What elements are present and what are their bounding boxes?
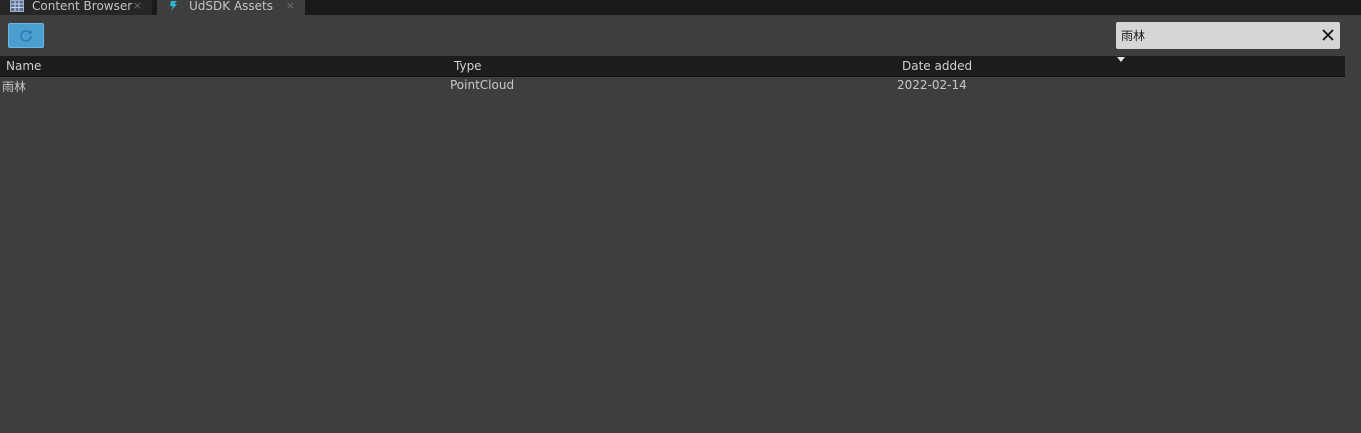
- column-header-type[interactable]: Type: [454, 59, 482, 73]
- search-box: [1116, 22, 1340, 49]
- udsdk-icon: [170, 0, 177, 11]
- tab-content-browser-label: Content Browser: [32, 0, 133, 13]
- tab-content-browser[interactable]: Content Browser ×: [0, 0, 152, 15]
- tab-content-browser-close-icon[interactable]: ×: [133, 0, 142, 12]
- tab-udsdk-assets-label: UdSDK Assets: [189, 0, 273, 13]
- column-header-name[interactable]: Name: [6, 59, 41, 73]
- cell-date-added: 2022-02-14: [897, 78, 967, 92]
- tab-bar: Content Browser × UdSDK Assets ×: [0, 0, 1361, 15]
- tab-udsdk-assets[interactable]: UdSDK Assets ×: [157, 0, 305, 15]
- content-browser-icon: [10, 0, 24, 12]
- table-header: Name Type Date added: [0, 56, 1345, 77]
- refresh-icon: [20, 29, 32, 42]
- cell-type: PointCloud: [450, 78, 515, 92]
- vertical-scrollbar[interactable]: [1349, 56, 1357, 433]
- search-input[interactable]: [1116, 22, 1316, 49]
- tab-udsdk-assets-close-icon[interactable]: ×: [286, 0, 295, 12]
- cell-name: 雨林: [2, 80, 27, 94]
- close-icon[interactable]: [1320, 27, 1336, 43]
- toolbar: [0, 15, 1361, 55]
- sort-descending-icon[interactable]: [1117, 57, 1125, 62]
- column-header-date-added[interactable]: Date added: [902, 59, 972, 73]
- refresh-button[interactable]: [8, 23, 44, 48]
- table-row[interactable]: 雨林 PointCloud 2022-02-14: [0, 77, 1345, 94]
